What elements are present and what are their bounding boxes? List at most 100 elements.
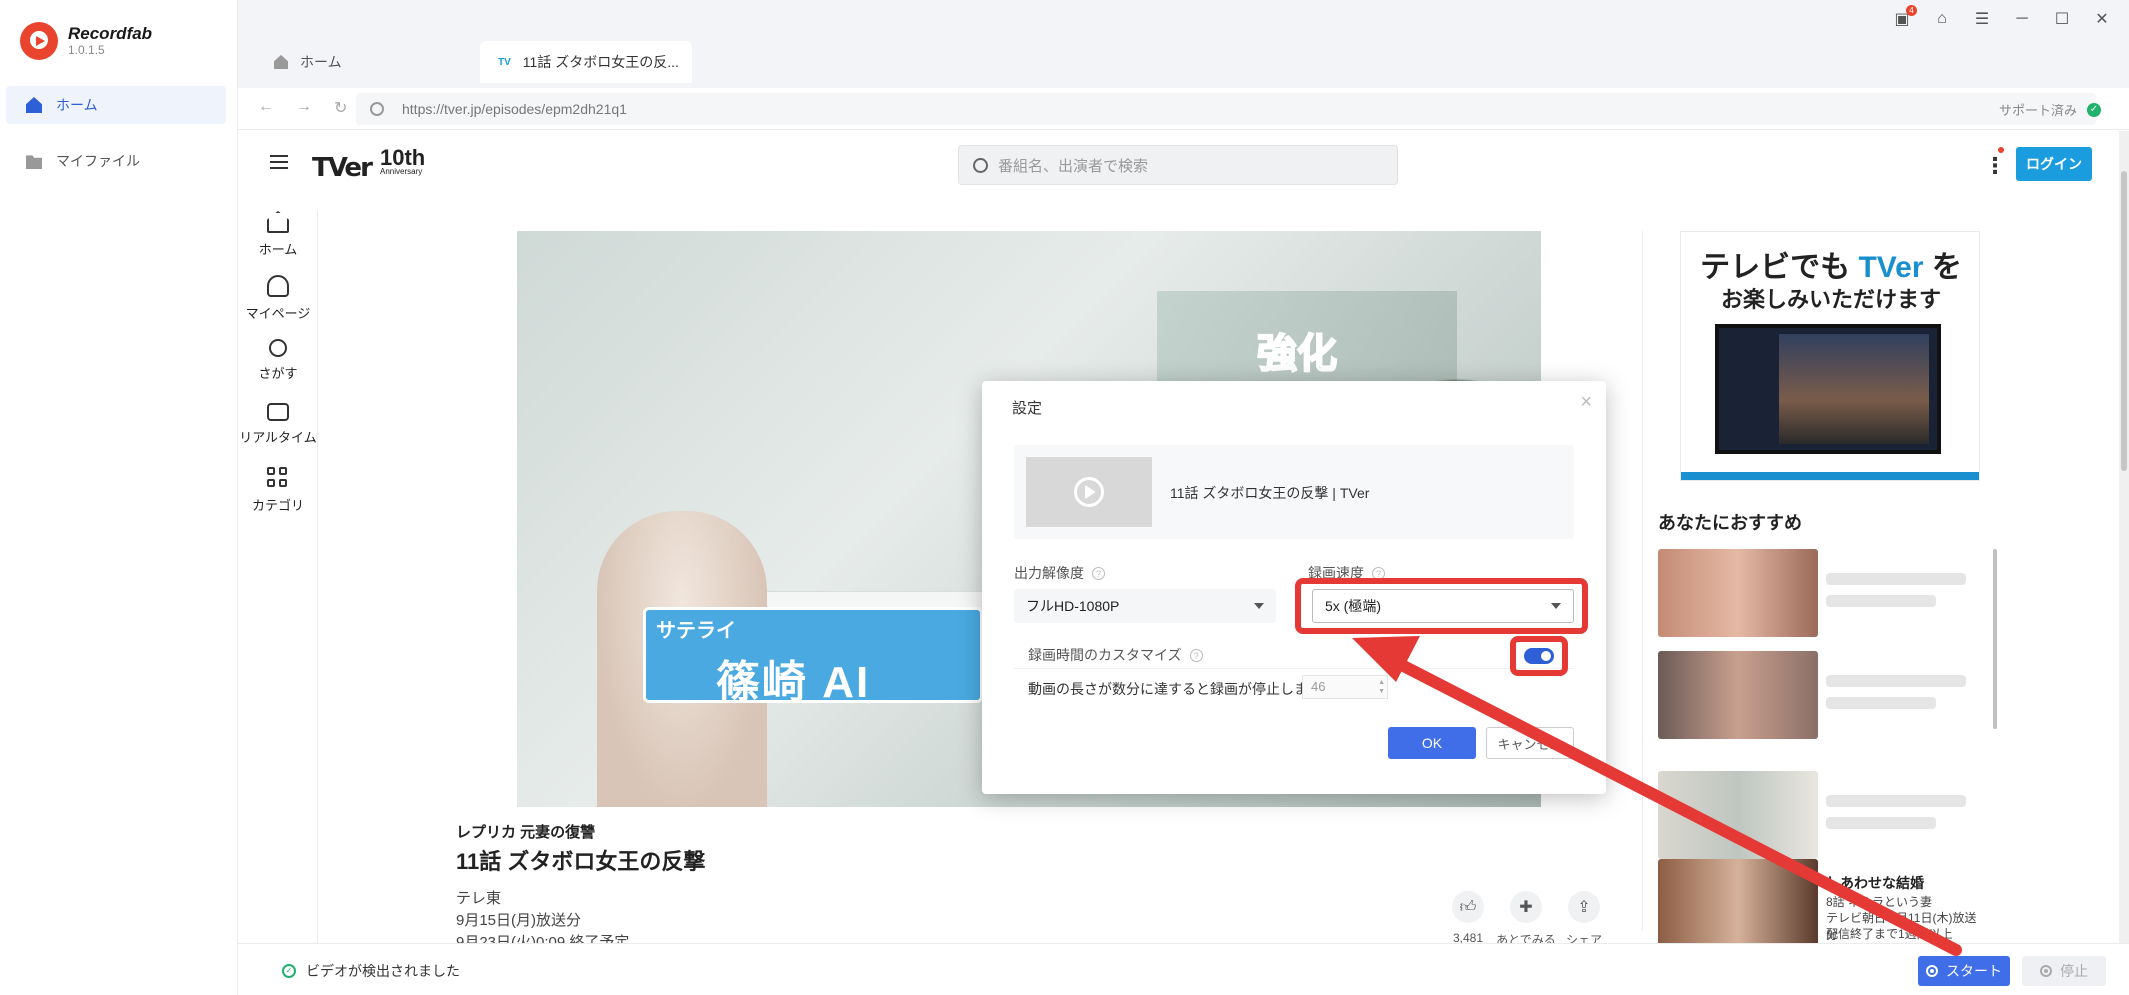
tvnav-label: カテゴリ [251, 498, 304, 513]
nav-buttons: ← → ↻ [258, 98, 347, 118]
share-button[interactable]: ⇪ シェア [1544, 891, 1624, 943]
store-button[interactable]: ⌂ [1933, 8, 1951, 30]
support-status-label: サポート済み [1998, 103, 2077, 118]
rec-thumbnail [1658, 859, 1818, 943]
search-placeholder: 番組名、出演者で検索 [998, 157, 1149, 175]
maximize-button[interactable]: ☐ [2053, 8, 2071, 30]
divider [1642, 231, 1643, 931]
tvnav-category[interactable]: カテゴリ [238, 467, 318, 514]
page-scrollbar[interactable] [2119, 131, 2129, 943]
list-item[interactable] [1658, 651, 1978, 739]
custom-time-label: 録画時間のカスタマイズ ? [1028, 645, 1203, 665]
tver-logo[interactable]: TVer [312, 145, 373, 185]
help-icon[interactable]: ? [1189, 648, 1203, 662]
list-item[interactable]: しあわせな結婚 8話 ネルラという妻 テレビ朝日 9月11日(木)放送分 配信終… [1658, 859, 1978, 943]
start-button[interactable]: スタート [1918, 956, 2010, 986]
stop-label: 停止 [2060, 963, 2088, 979]
stepper-arrows-icon[interactable]: ▲ ▼ [1378, 678, 1385, 696]
minimize-button[interactable]: ─ [2013, 8, 2031, 30]
notification-badge: 4 [1906, 5, 1917, 16]
rec-placeholder [1826, 595, 1936, 607]
length-row: 動画の長さが数分に達すると録画が停止します 46 ▲ ▼ [1014, 671, 1574, 703]
rec-placeholder [1826, 573, 1966, 585]
ad-text: を [1931, 251, 1962, 284]
tab-bar: ▣ 4 ⌂ ☰ ─ ☐ ✕ ホーム TV 11話 ズタボロ女王の反... [238, 0, 2129, 88]
tvnav-home[interactable]: ホーム [238, 211, 318, 258]
tab-episode[interactable]: TV 11話 ズタボロ女王の反... [480, 41, 692, 83]
web-content: TVer 10th Anniversary 番組名、出演者で検索 ⋮ ログイン … [238, 131, 2121, 943]
custom-time-row: 録画時間のカスタマイズ ? [1014, 637, 1574, 669]
notification-button[interactable]: ▣ 4 [1893, 5, 1917, 30]
custom-time-label-text: 録画時間のカスタマイズ [1028, 647, 1182, 663]
scroll-thumb[interactable] [2121, 171, 2127, 471]
rec-thumbnail [1658, 549, 1818, 637]
recommendations-scrollbar[interactable] [1993, 549, 1997, 729]
close-window-button[interactable]: ✕ [2093, 8, 2111, 30]
app-sidebar: Recordfab 1.0.1.5 ホーム マイファイル [0, 0, 238, 995]
url-input[interactable]: https://tver.jp/episodes/epm2dh21q1 [356, 93, 2096, 125]
channel-name[interactable]: テレ東 [456, 887, 501, 908]
tab-home[interactable]: ホーム [256, 41, 406, 83]
list-item[interactable] [1658, 771, 1978, 859]
more-options-icon[interactable]: ⋮ [1984, 153, 2006, 179]
rec-item-episode: 8話 ネルラという妻 [1826, 895, 1933, 909]
forward-icon[interactable]: → [296, 98, 312, 118]
episode-title: 11話 ズタボロ女王の反撃 [456, 849, 706, 874]
highlight-frame [1510, 636, 1568, 676]
aired-date: 9月15日(月)放送分 [456, 912, 582, 929]
ad-subline: お楽しみいただけます [1720, 287, 1941, 312]
tver-ad-banner[interactable]: テレビでも TVer を お楽しみいただけます [1680, 231, 1980, 481]
app-version: 1.0.1.5 [68, 43, 105, 57]
media-card: 11話 ズタボロ女王の反撃 | TVer [1014, 445, 1574, 539]
list-item[interactable] [1658, 549, 1978, 637]
check-icon: ✓ [2087, 102, 2101, 117]
ad-brand: TVer [1858, 251, 1924, 284]
anniversary-logo: 10th Anniversary [380, 145, 425, 176]
folder-icon [26, 155, 42, 169]
stop-button[interactable]: 停止 [2022, 956, 2106, 986]
like-count: 3,481 [1452, 931, 1484, 943]
sidebar-item-myfiles[interactable]: マイファイル [6, 142, 226, 180]
tvnav-mypage[interactable]: マイページ [238, 275, 318, 322]
resolution-label: 出力解像度 ? [1014, 563, 1105, 583]
support-status: サポート済み ✓ [1999, 100, 2101, 119]
resolution-value: フルHD-1080P [1026, 598, 1120, 614]
check-icon: ✓ [282, 964, 296, 978]
rec-item-availability: 配信終了まで1週間以上 [1826, 927, 1953, 941]
person-icon [267, 275, 289, 297]
tvnav-realtime[interactable]: リアルタイム [238, 403, 318, 446]
search-icon [370, 102, 384, 116]
ok-button[interactable]: OK [1388, 727, 1476, 759]
sidebar-item-home[interactable]: ホーム [6, 86, 226, 124]
sidebar-item-label: マイファイル [56, 153, 140, 169]
home-icon [274, 55, 288, 69]
back-icon[interactable]: ← [258, 98, 274, 118]
rec-placeholder [1826, 795, 1966, 807]
tvnav-label: リアルタイム [239, 430, 317, 445]
resolution-select[interactable]: フルHD-1080P [1014, 589, 1276, 623]
cancel-button[interactable]: キャンセル [1486, 727, 1574, 759]
resolution-label-text: 出力解像度 [1014, 565, 1084, 581]
tver-header: TVer 10th Anniversary 番組名、出演者で検索 ⋮ ログイン [238, 131, 2121, 199]
menu-button[interactable]: ☰ [1973, 8, 1991, 30]
ad-text: テレビでも [1700, 251, 1851, 284]
reload-icon[interactable]: ↻ [334, 98, 347, 118]
sidebar-item-label: ホーム [56, 97, 98, 113]
stop-icon [2040, 965, 2052, 977]
tv-image [1715, 324, 1941, 454]
series-title[interactable]: レプリカ 元妻の復讐 [456, 821, 595, 842]
minimize-icon: ─ [2016, 10, 2028, 27]
tv-icon [267, 403, 289, 421]
app-name: Recordfab [68, 24, 153, 43]
length-stepper[interactable]: 46 ▲ ▼ [1302, 675, 1388, 699]
rec-thumbnail [1658, 771, 1818, 859]
hamburger-menu-icon[interactable] [270, 155, 288, 169]
tver-search-input[interactable]: 番組名、出演者で検索 [958, 145, 1398, 185]
login-button[interactable]: ログイン [2016, 147, 2092, 181]
help-icon[interactable]: ? [1092, 566, 1105, 580]
caption-top: サテライ [656, 620, 736, 642]
tvnav-search[interactable]: さがす [238, 339, 318, 382]
close-icon[interactable]: × [1580, 391, 1592, 414]
share-label: シェア [1565, 933, 1602, 943]
tver-favicon-icon: TV [498, 56, 511, 68]
